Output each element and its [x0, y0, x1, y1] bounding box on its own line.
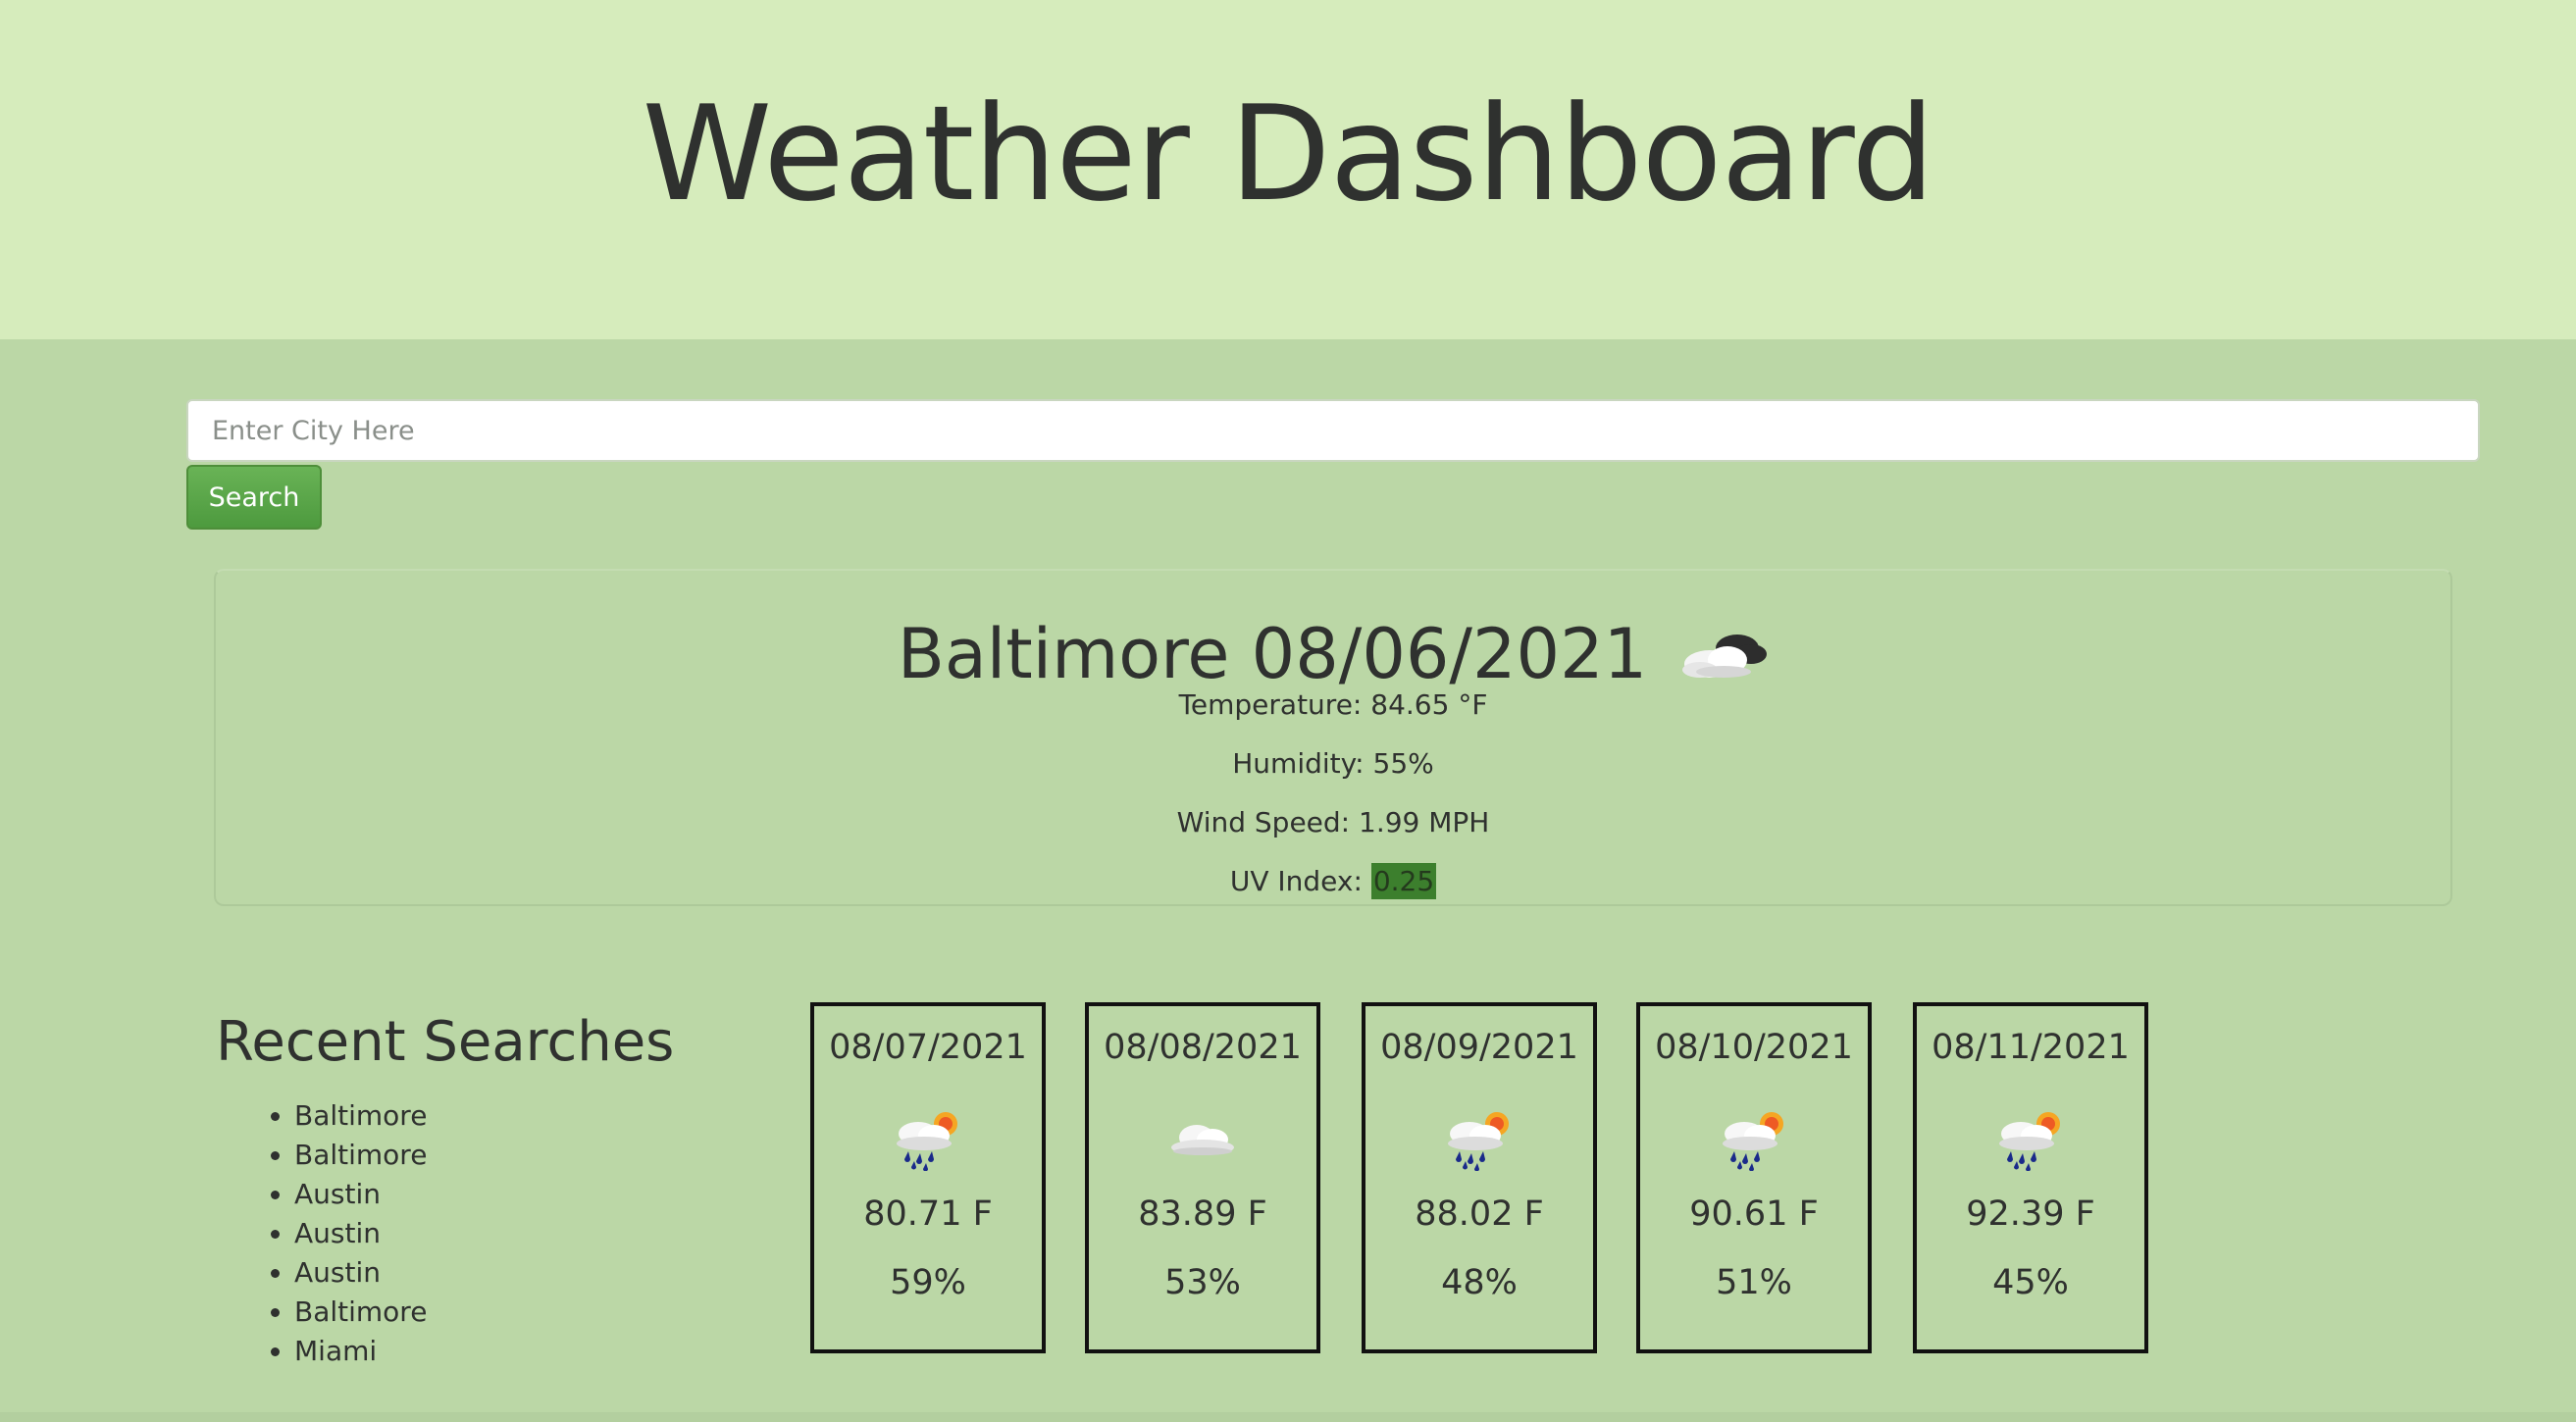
- forecast-card-day-5: 08/11/2021 92.39 F 45%: [1913, 1002, 2148, 1353]
- current-city-date: Baltimore 08/06/2021: [897, 614, 1648, 694]
- rain-sun-icon: [1991, 1108, 2070, 1172]
- footer-divider: [0, 1412, 2576, 1422]
- recent-search-item[interactable]: Miami: [294, 1332, 427, 1371]
- forecast-temperature: 88.02 F: [1415, 1194, 1544, 1234]
- forecast-card-day-3: 08/09/2021 88.02 F 48%: [1362, 1002, 1597, 1353]
- forecast-temperature: 90.61 F: [1689, 1194, 1819, 1234]
- recent-searches-list: Baltimore Baltimore Austin Austin Austin…: [216, 1096, 427, 1371]
- uv-index-label: UV Index:: [1229, 865, 1363, 897]
- recent-search-item[interactable]: Austin: [294, 1175, 427, 1214]
- recent-search-item[interactable]: Baltimore: [294, 1293, 427, 1332]
- city-search-input[interactable]: [186, 399, 2480, 462]
- forecast-temperature: 83.89 F: [1138, 1194, 1267, 1234]
- current-uv-index: UV Index: 0.25: [216, 863, 2450, 899]
- forecast-card-day-1: 08/07/2021 80.71 F 59%: [810, 1002, 1046, 1353]
- recent-search-item[interactable]: Austin: [294, 1214, 427, 1253]
- forecast-humidity: 48%: [1441, 1263, 1518, 1302]
- search-button[interactable]: Search: [186, 465, 322, 530]
- forecast-temperature: 92.39 F: [1966, 1194, 2095, 1234]
- recent-search-item[interactable]: Austin: [294, 1253, 427, 1293]
- recent-searches-title: Recent Searches: [216, 1010, 675, 1074]
- recent-search-item[interactable]: Baltimore: [294, 1096, 427, 1136]
- page-title: Weather Dashboard: [642, 77, 1935, 230]
- current-temperature: Temperature: 84.65 °F: [1178, 688, 1488, 721]
- cloud-icon: [1163, 1108, 1242, 1171]
- forecast-card-day-4: 08/10/2021 90.61 F 51%: [1636, 1002, 1872, 1353]
- forecast-humidity: 59%: [890, 1263, 966, 1302]
- current-weather-card: Baltimore 08/06/2021 Temperature: 84.65 …: [214, 569, 2452, 906]
- cloudy-icon: [1680, 625, 1769, 684]
- forecast-date: 08/07/2021: [829, 1028, 1027, 1067]
- rain-sun-icon: [1715, 1108, 1793, 1172]
- current-humidity: Humidity: 55%: [1232, 747, 1434, 780]
- recent-search-item[interactable]: Baltimore: [294, 1136, 427, 1175]
- forecast-humidity: 45%: [1992, 1263, 2069, 1302]
- forecast-date: 08/11/2021: [1932, 1028, 2130, 1067]
- forecast-temperature: 80.71 F: [863, 1194, 993, 1234]
- page-header: Weather Dashboard: [0, 0, 2576, 339]
- forecast-card-day-2: 08/08/2021 83.89 F 53%: [1085, 1002, 1320, 1353]
- forecast-humidity: 51%: [1716, 1263, 1792, 1302]
- forecast-date: 08/10/2021: [1655, 1028, 1853, 1067]
- forecast-date: 08/09/2021: [1380, 1028, 1578, 1067]
- forecast-humidity: 53%: [1164, 1263, 1241, 1302]
- current-wind-speed: Wind Speed: 1.99 MPH: [1176, 806, 1490, 838]
- uv-index-badge: 0.25: [1370, 863, 1437, 899]
- forecast-date: 08/08/2021: [1104, 1028, 1302, 1067]
- current-weather-header: Baltimore 08/06/2021: [216, 610, 2450, 698]
- rain-sun-icon: [889, 1108, 967, 1172]
- rain-sun-icon: [1440, 1108, 1519, 1172]
